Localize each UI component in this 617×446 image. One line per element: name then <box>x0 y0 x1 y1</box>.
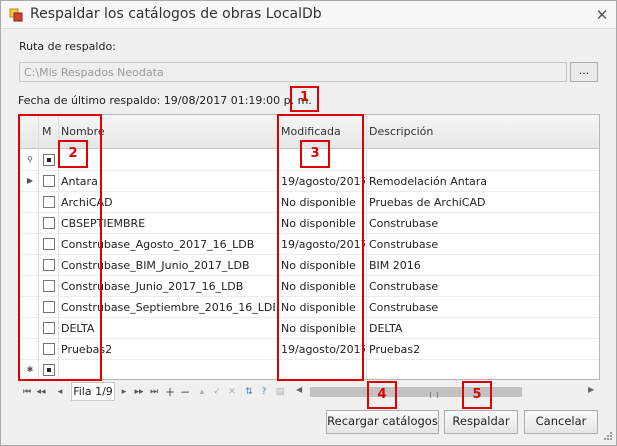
scroll-left-icon[interactable]: ◀ <box>296 385 302 394</box>
cancel-button[interactable]: Cancelar <box>524 410 598 434</box>
backup-path-input[interactable] <box>19 62 567 82</box>
row-description: Construbase <box>369 217 439 230</box>
sort-icon[interactable]: ⇅ <box>244 385 254 399</box>
window-title: Respaldar los catálogos de obras LocalDb <box>30 6 322 22</box>
help-icon[interactable]: ? <box>259 385 269 399</box>
last-page-icon[interactable]: ⏭ <box>149 385 159 399</box>
delete-row-icon[interactable]: − <box>180 385 190 399</box>
browse-button[interactable]: ... <box>570 62 598 82</box>
last-backup-date: Fecha de último respaldo: 19/08/2017 01:… <box>18 94 312 107</box>
scroll-right-icon[interactable]: ▶ <box>588 385 594 394</box>
backup-dialog: Respaldar los catálogos de obras LocalDb… <box>0 0 617 446</box>
page-indicator: Fila 1/9 <box>71 382 115 401</box>
resize-grip-icon[interactable] <box>601 431 613 443</box>
title-bar: Respaldar los catálogos de obras LocalDb… <box>1 1 616 29</box>
accept-edit-icon[interactable]: ✓ <box>212 385 222 399</box>
close-icon[interactable]: ✕ <box>592 5 612 25</box>
prev-page-icon[interactable]: ◂◂ <box>36 385 46 399</box>
add-row-icon[interactable]: + <box>165 385 175 399</box>
reload-catalogs-button[interactable]: Recargar catálogos <box>326 410 439 434</box>
prev-row-icon[interactable]: ◂ <box>55 385 65 399</box>
backup-path-label: Ruta de respaldo: <box>19 40 116 53</box>
row-description: Remodelación Antara <box>369 175 488 188</box>
scroll-grip-icon <box>430 392 438 398</box>
first-page-icon[interactable]: ⏮ <box>22 385 32 399</box>
cancel-edit-icon[interactable]: ✕ <box>227 385 237 399</box>
row-description: Construbase <box>369 301 439 314</box>
print-icon[interactable]: ▤ <box>275 385 285 399</box>
row-description: Pruebas2 <box>369 343 421 356</box>
horizontal-scrollbar[interactable]: ◀ ▶ <box>293 384 599 400</box>
row-description: Construbase <box>369 280 439 293</box>
annotation-label-2: 2 <box>68 146 78 161</box>
annotation-label-1: 1 <box>299 90 310 105</box>
row-description: Pruebas de ArchiCAD <box>369 196 486 209</box>
row-description: DELTA <box>369 322 403 335</box>
row-description: BIM 2016 <box>369 259 421 272</box>
row-description: Construbase <box>369 238 439 251</box>
edit-row-icon[interactable]: ▴ <box>197 385 207 399</box>
next-page-icon[interactable]: ▸▸ <box>133 385 145 399</box>
database-backup-icon <box>9 8 23 22</box>
annotation-label-3: 3 <box>310 146 320 161</box>
column-header-description[interactable]: Descripción <box>369 125 433 138</box>
next-row-icon[interactable]: ▸ <box>119 385 129 399</box>
backup-button[interactable]: Respaldar <box>444 410 518 434</box>
annotation-label-4: 4 <box>377 387 387 402</box>
annotation-label-5: 5 <box>472 387 482 402</box>
